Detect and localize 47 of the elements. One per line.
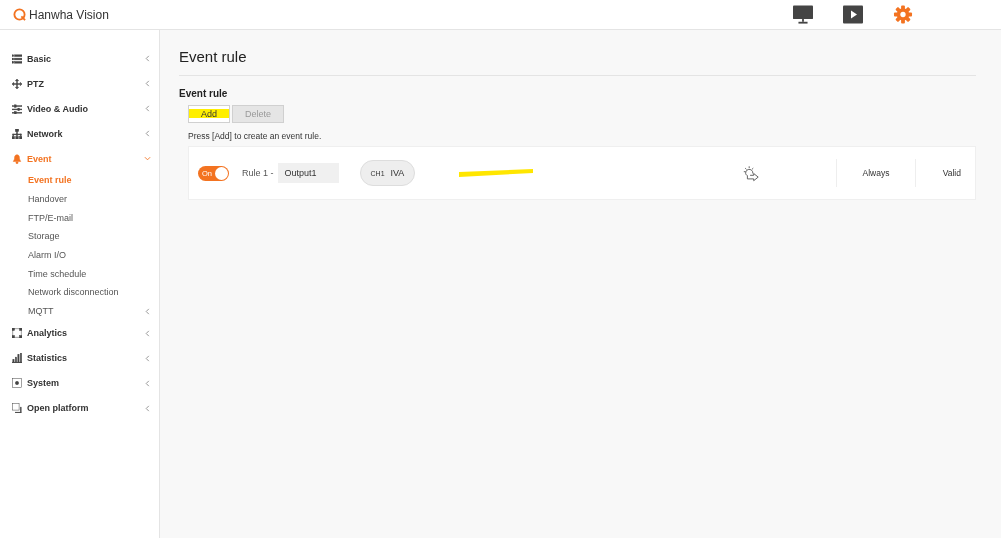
chevron-icon xyxy=(144,55,151,62)
menu-item[interactable]: Network xyxy=(0,121,159,146)
menu-icon xyxy=(12,103,22,114)
chevron-icon xyxy=(144,354,151,362)
menu-icon xyxy=(12,403,22,413)
weather-action-icon xyxy=(742,164,760,182)
menu-item[interactable]: Statistics xyxy=(0,345,159,371)
menu-icon xyxy=(12,128,22,139)
page-title: Event rule xyxy=(179,48,976,76)
settings-icon[interactable] xyxy=(893,5,913,24)
submenu-item[interactable]: MQTT xyxy=(0,301,159,321)
play-icon[interactable] xyxy=(843,5,863,24)
submenu-item[interactable]: FTP/E-mail xyxy=(0,208,159,228)
submenu-item[interactable]: Network disconnection xyxy=(0,283,159,302)
logo-icon xyxy=(13,8,26,21)
menu-item[interactable]: Open platform xyxy=(0,395,159,421)
menu-icon xyxy=(12,53,22,64)
status-text: Valid xyxy=(941,168,961,178)
output-field[interactable]: Output1 xyxy=(277,163,339,183)
submenu-item[interactable]: Time schedule xyxy=(0,264,159,284)
chevron-icon xyxy=(144,404,151,412)
logo-text: Hanwha Vision xyxy=(29,7,109,22)
hint-text: Press [Add] to create an event rule. xyxy=(188,131,323,141)
menu-item[interactable]: Video & Audio xyxy=(0,96,159,121)
monitor-icon[interactable] xyxy=(793,5,813,24)
chevron-icon xyxy=(144,155,151,162)
chevron-icon xyxy=(144,379,151,387)
menu-item[interactable]: System xyxy=(0,370,159,396)
menu-icon xyxy=(12,78,22,89)
menu-item[interactable]: Analytics xyxy=(0,320,159,346)
menu-icon xyxy=(12,353,22,363)
add-button[interactable]: Add xyxy=(188,105,230,123)
section-title: Event rule xyxy=(179,88,229,99)
submenu-item[interactable]: Handover xyxy=(0,189,159,209)
menu-icon xyxy=(12,328,22,338)
chevron-icon xyxy=(144,105,151,112)
menu-item[interactable]: PTZ xyxy=(0,71,159,96)
submenu-item[interactable]: Storage xyxy=(0,227,159,246)
chevron-icon xyxy=(144,329,151,337)
rule-name: Rule 1 - xyxy=(242,168,274,178)
menu-icon xyxy=(12,378,22,388)
submenu-item[interactable]: Alarm I/O xyxy=(0,245,159,265)
schedule-text: Always xyxy=(861,168,891,178)
menu-icon xyxy=(12,153,22,164)
menu-item[interactable]: Basic xyxy=(0,46,159,71)
chevron-icon xyxy=(144,130,151,137)
chevron-icon xyxy=(144,80,151,87)
